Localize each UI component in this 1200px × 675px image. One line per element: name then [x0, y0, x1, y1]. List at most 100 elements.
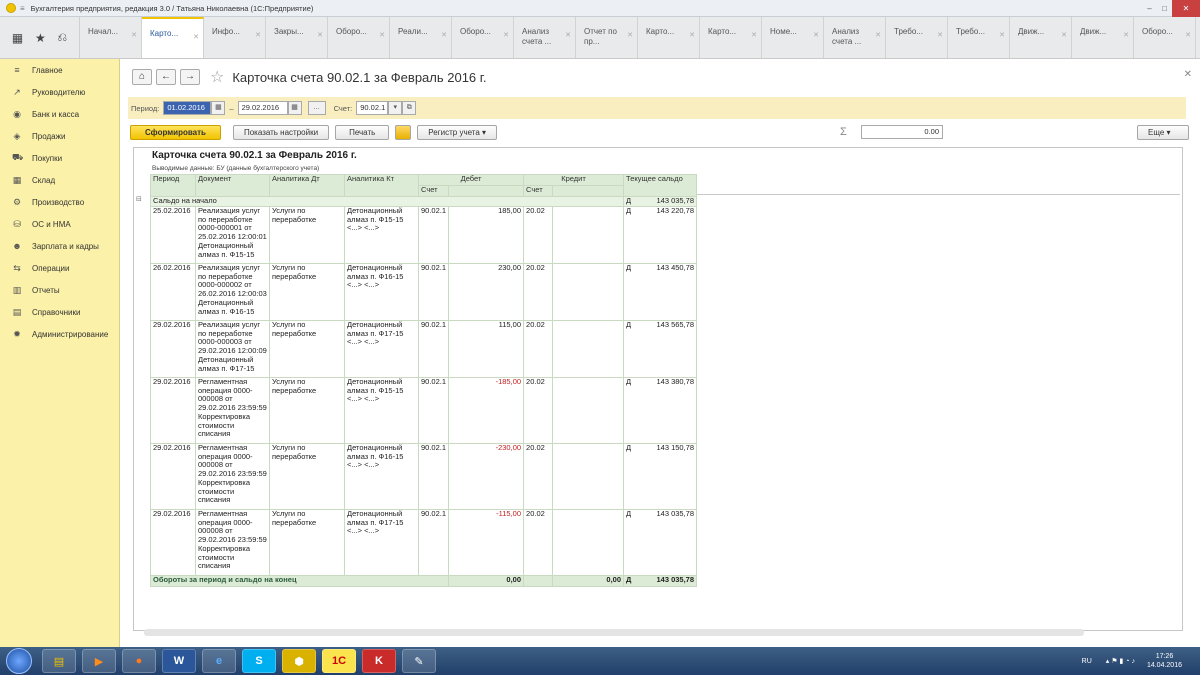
tab-item[interactable]: Требо... ✕ — [886, 17, 948, 58]
calendar-icon[interactable]: ▦ — [287, 101, 302, 115]
close-tab-icon[interactable]: ✕ — [937, 31, 943, 41]
table-row[interactable]: 29.02.2016 Регламентная операция 0000-000… — [150, 509, 698, 576]
tab-item[interactable]: Закры... ✕ — [266, 17, 328, 58]
1c-launcher-icon[interactable]: ⬢ — [282, 649, 316, 673]
sidebar-item[interactable]: ☻ Зарплата и кадры — [0, 235, 119, 257]
sidebar-item[interactable]: ▦ Склад — [0, 169, 119, 191]
close-tab-icon[interactable]: ✕ — [193, 33, 199, 43]
close-tab-icon[interactable]: ✕ — [1185, 31, 1191, 41]
start-button[interactable] — [6, 648, 32, 674]
titlebar-menu-icon[interactable]: ≡ — [20, 4, 25, 13]
language-indicator[interactable]: RU — [1082, 658, 1092, 665]
tab-item[interactable]: Реали... ✕ — [390, 17, 452, 58]
media-player-icon[interactable]: ▶ — [82, 649, 116, 673]
home-button[interactable]: ⌂ — [132, 69, 152, 85]
close-tab-icon[interactable]: ✕ — [317, 31, 323, 41]
table-row[interactable]: 25.02.2016 Реализация услуг по переработк… — [150, 206, 698, 264]
word-icon[interactable]: W — [162, 649, 196, 673]
tab-item[interactable]: Оборо... ✕ — [1134, 17, 1196, 58]
close-tab-icon[interactable]: ✕ — [441, 31, 447, 41]
close-tab-icon[interactable]: ✕ — [627, 31, 633, 41]
close-tab-icon[interactable]: ✕ — [503, 31, 509, 41]
show-settings-button[interactable]: Показать настройки — [232, 124, 330, 140]
sidebar-item[interactable]: ▤ Справочники — [0, 301, 119, 323]
date-from-field[interactable]: 01.02.2016 — [163, 101, 212, 115]
table-row[interactable]: 29.02.2016 Реализация услуг по переработк… — [150, 320, 698, 378]
tab-item[interactable]: Карто... ✕ — [700, 17, 762, 58]
tab-item[interactable]: Анализ счета ... ✕ — [824, 17, 886, 58]
close-tab-icon[interactable]: ✕ — [751, 31, 757, 41]
close-tab-icon[interactable]: ✕ — [1061, 31, 1067, 41]
tab-item[interactable]: Анализ счета ... ✕ — [514, 17, 576, 58]
table-row[interactable]: 29.02.2016 Регламентная операция 0000-000… — [150, 443, 698, 510]
sidebar-item[interactable]: ✹ Администрирование — [0, 323, 119, 345]
firefox-icon[interactable]: ● — [122, 649, 156, 673]
tab-item[interactable]: Инфо... ✕ — [204, 17, 266, 58]
tray-icons[interactable]: ▴ ⚑ ▮ ◔ ♪ — [1106, 657, 1135, 665]
internet-explorer-icon[interactable]: e — [202, 649, 236, 673]
paint-icon[interactable]: ✎ — [402, 649, 436, 673]
forward-button[interactable]: → — [180, 69, 200, 85]
close-tab-icon[interactable]: ✕ — [379, 31, 385, 41]
more-button[interactable]: Еще ▾ — [1137, 124, 1189, 140]
favorite-star-icon[interactable]: ☆ — [210, 67, 224, 87]
open-link-icon[interactable]: ⧉ — [402, 101, 417, 115]
tab-item[interactable]: Начал... ✕ — [80, 17, 142, 58]
account-field[interactable]: 90.02.1 — [356, 101, 389, 115]
sidebar-item[interactable]: ◉ Банк и касса — [0, 103, 119, 125]
date-to-field[interactable]: 29.02.2016 — [237, 101, 288, 115]
period-choice-button[interactable]: ... — [307, 101, 326, 115]
tab-item[interactable]: Движ... ✕ — [1010, 17, 1072, 58]
tab-item[interactable]: Номе... ✕ — [762, 17, 824, 58]
generate-button[interactable]: Сформировать — [130, 124, 221, 140]
close-tab-icon[interactable]: ✕ — [689, 31, 695, 41]
skype-icon[interactable]: S — [242, 649, 276, 673]
close-tab-icon[interactable]: ✕ — [999, 31, 1005, 41]
1c-enterprise-icon[interactable]: 1С — [322, 649, 356, 673]
dropdown-chevron-icon[interactable]: ▾ — [388, 101, 403, 115]
report-document[interactable]: Карточка счета 90.02.1 за Февраль 2016 г… — [133, 147, 1183, 631]
sidebar-item[interactable]: ⛟ Покупки — [0, 147, 119, 169]
tab-item[interactable]: Требо... ✕ — [948, 17, 1010, 58]
close-tab-icon[interactable]: ✕ — [255, 31, 261, 41]
sidebar-item-label: Администрирование — [32, 329, 109, 339]
kaspersky-icon[interactable]: K — [362, 649, 396, 673]
explorer-icon[interactable]: ▤ — [42, 649, 76, 673]
horizontal-scrollbar[interactable] — [144, 629, 1084, 636]
maximize-icon[interactable]: □ — [1157, 4, 1172, 13]
sidebar-item[interactable]: ⛁ ОС и НМА — [0, 213, 119, 235]
clock[interactable]: 17:26 14.04.2016 — [1147, 652, 1182, 670]
sidebar-item[interactable]: ⚙ Производство — [0, 191, 119, 213]
register-button[interactable]: Регистр учета ▾ — [417, 124, 498, 140]
tab-item[interactable]: Движ... ✕ — [1072, 17, 1134, 58]
sidebar-item[interactable]: ≡ Главное — [0, 59, 119, 81]
tab-item[interactable]: Оборо... ✕ — [452, 17, 514, 58]
calendar-icon[interactable]: ▦ — [211, 101, 226, 115]
close-tab-icon[interactable]: ✕ — [565, 31, 571, 41]
table-row[interactable]: 29.02.2016 Регламентная операция 0000-000… — [150, 377, 698, 444]
tab-item[interactable]: Оборо... ✕ — [328, 17, 390, 58]
tab-item[interactable]: Картo... ✕ — [142, 17, 204, 58]
minimize-icon[interactable]: – — [1142, 4, 1157, 13]
sidebar-item[interactable]: ▥ Отчеты — [0, 279, 119, 301]
close-tab-icon[interactable]: ✕ — [875, 31, 881, 41]
table-row[interactable]: 26.02.2016 Реализация услуг по переработк… — [150, 263, 698, 321]
favorites-star-icon[interactable]: ★ — [35, 31, 46, 45]
sidebar-item[interactable]: ⇆ Операции — [0, 257, 119, 279]
group-collapse-icon[interactable]: ⊟ — [136, 195, 142, 203]
tab-item[interactable]: Отчет по пр... ✕ — [576, 17, 638, 58]
save-report-icon[interactable] — [395, 124, 412, 140]
tab-item[interactable]: Карто... ✕ — [638, 17, 700, 58]
print-button[interactable]: Печать — [335, 124, 390, 140]
close-tab-icon[interactable]: ✕ — [813, 31, 819, 41]
sidebar-item[interactable]: ↗ Руководителю — [0, 81, 119, 103]
history-icon[interactable]: ⎌ — [57, 30, 67, 45]
close-window-icon[interactable]: ✕ — [1172, 0, 1200, 17]
close-form-icon[interactable]: ✕ — [1184, 69, 1192, 80]
back-button[interactable]: ← — [156, 69, 176, 85]
grid-menu-icon[interactable]: ▦ — [12, 31, 23, 45]
close-tab-icon[interactable]: ✕ — [1123, 31, 1129, 41]
sidebar-item-label: Банк и касса — [32, 109, 80, 119]
close-tab-icon[interactable]: ✕ — [131, 31, 137, 41]
sidebar-item[interactable]: ◈ Продажи — [0, 125, 119, 147]
